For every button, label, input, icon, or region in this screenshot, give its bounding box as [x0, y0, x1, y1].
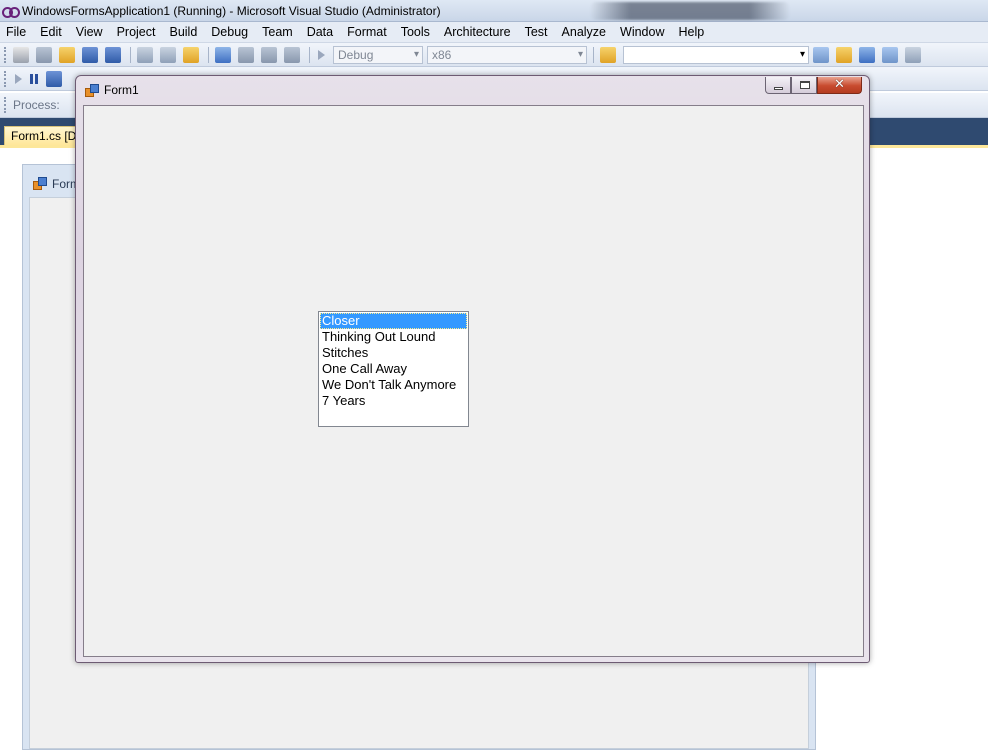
toolbar-grip[interactable]: [4, 97, 7, 113]
vs-menubar: File Edit View Project Build Debug Team …: [0, 22, 988, 43]
find-combo[interactable]: [623, 45, 809, 64]
toolbar-separator: [208, 46, 209, 63]
form1-window: Form1 ✕ Closer Thinking Out Lound Stitch…: [75, 75, 870, 663]
menu-tools[interactable]: Tools: [394, 25, 437, 39]
listbox-item-7-years[interactable]: 7 Years: [320, 393, 467, 409]
menu-test[interactable]: Test: [518, 25, 555, 39]
minimize-icon: [774, 87, 783, 90]
toolbar-separator: [593, 46, 594, 63]
songs-listbox[interactable]: Closer Thinking Out Lound Stitches One C…: [318, 311, 469, 427]
menu-analyze[interactable]: Analyze: [555, 25, 613, 39]
toolbar-separator: [309, 46, 310, 63]
object-browser-icon[interactable]: [859, 46, 875, 63]
close-icon: ✕: [834, 76, 845, 91]
navigate-forward-icon[interactable]: [284, 46, 300, 63]
visual-studio-logo-icon: [2, 6, 20, 18]
menu-format[interactable]: Format: [340, 25, 394, 39]
form1-title: Form1: [104, 83, 139, 97]
menu-build[interactable]: Build: [162, 25, 204, 39]
form1-titlebar[interactable]: Form1 ✕: [76, 76, 869, 104]
listbox-item-thinking-out-lound[interactable]: Thinking Out Lound: [320, 329, 467, 345]
save-all-icon[interactable]: [105, 46, 121, 63]
listbox-item-stitches[interactable]: Stitches: [320, 345, 467, 361]
title-bar-blur: [590, 2, 790, 20]
form-icon: [33, 177, 47, 190]
form-icon: [85, 84, 99, 97]
toolbar-separator: [130, 46, 131, 63]
solution-configuration-combo[interactable]: Debug: [333, 45, 423, 64]
copy-icon[interactable]: [160, 46, 176, 63]
redo-icon[interactable]: [238, 46, 254, 63]
caption-buttons: ✕: [765, 76, 862, 94]
undo-icon[interactable]: [215, 46, 231, 63]
close-button[interactable]: ✕: [817, 76, 862, 94]
cut-icon[interactable]: [137, 46, 153, 63]
tools-icon[interactable]: [905, 46, 921, 63]
listbox-item-closer[interactable]: Closer: [320, 313, 467, 329]
menu-window[interactable]: Window: [613, 25, 671, 39]
menu-edit[interactable]: Edit: [33, 25, 69, 39]
menu-debug[interactable]: Debug: [204, 25, 255, 39]
save-icon[interactable]: [82, 46, 98, 63]
menu-architecture[interactable]: Architecture: [437, 25, 518, 39]
properties-window-icon[interactable]: [836, 46, 852, 63]
maximize-icon: [800, 81, 810, 89]
add-item-icon[interactable]: [36, 46, 52, 63]
menu-project[interactable]: Project: [110, 25, 163, 39]
menu-team[interactable]: Team: [255, 25, 300, 39]
navigate-backward-icon[interactable]: [261, 46, 277, 63]
stop-debugging-icon[interactable]: [46, 70, 62, 87]
menu-data[interactable]: Data: [300, 25, 340, 39]
vs-titlebar: WindowsFormsApplication1 (Running) - Mic…: [0, 0, 988, 22]
open-file-icon[interactable]: [59, 46, 75, 63]
maximize-button[interactable]: [791, 77, 817, 94]
new-project-icon[interactable]: [13, 46, 29, 63]
break-all-icon[interactable]: [30, 73, 38, 84]
menu-view[interactable]: View: [69, 25, 110, 39]
toolbar-grip[interactable]: [4, 70, 7, 87]
toolbar-grip[interactable]: [4, 46, 7, 63]
process-label: Process:: [13, 98, 60, 112]
listbox-item-one-call-away[interactable]: One Call Away: [320, 361, 467, 377]
start-debugging-icon[interactable]: [318, 49, 325, 60]
minimize-button[interactable]: [765, 77, 791, 94]
menu-file[interactable]: File: [0, 25, 33, 39]
standard-toolbar: Debug x86: [0, 43, 988, 67]
listbox-item-we-dont-talk-anymore[interactable]: We Don't Talk Anymore: [320, 377, 467, 393]
continue-icon[interactable]: [15, 73, 22, 84]
form1-client-area: Closer Thinking Out Lound Stitches One C…: [83, 105, 864, 657]
paste-icon[interactable]: [183, 46, 199, 63]
find-in-files-icon[interactable]: [600, 46, 616, 63]
toolbox-icon[interactable]: [882, 46, 898, 63]
menu-help[interactable]: Help: [671, 25, 711, 39]
vs-window-title: WindowsFormsApplication1 (Running) - Mic…: [22, 3, 441, 18]
solution-explorer-icon[interactable]: [813, 46, 829, 63]
solution-platform-combo[interactable]: x86: [427, 45, 587, 64]
